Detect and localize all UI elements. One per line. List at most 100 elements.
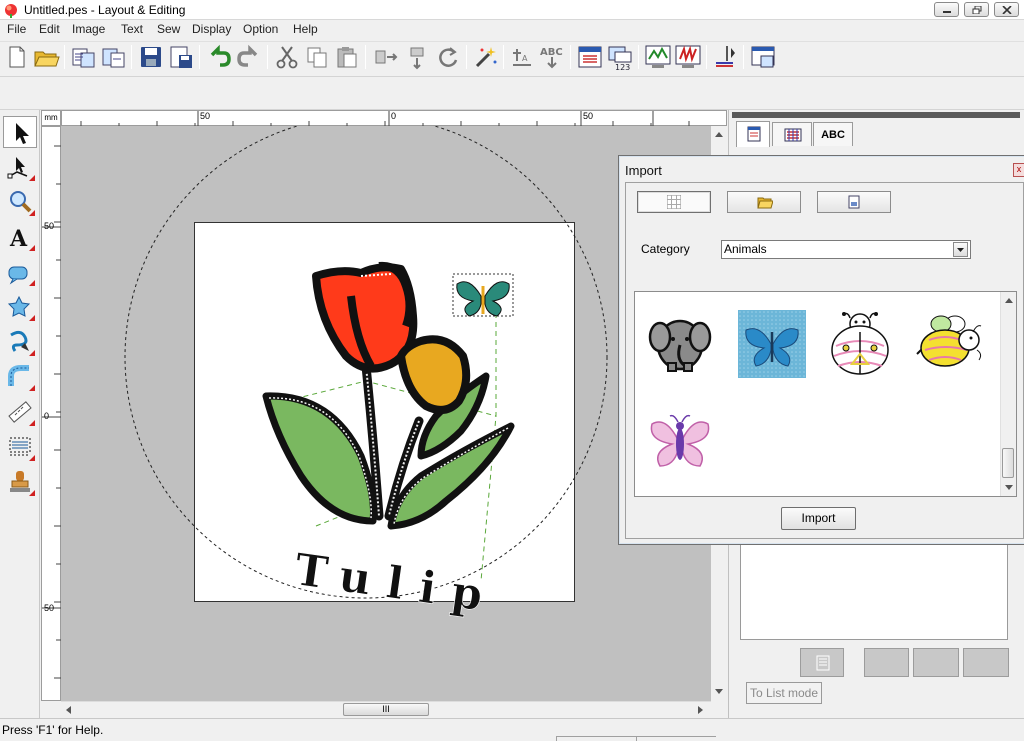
category-label: Category [641, 242, 690, 256]
canvas-horizontal-scrollbar[interactable]: III [61, 701, 711, 718]
panel-button-4[interactable] [963, 648, 1009, 677]
magic-wand-icon[interactable] [471, 43, 499, 71]
horizontal-ruler: 50 0 50 [61, 110, 727, 127]
tulip-design[interactable]: Tulip [61, 126, 711, 701]
blue-butterfly-design-thumbnail[interactable] [738, 310, 806, 378]
status-bar [0, 718, 1024, 741]
copy-icon[interactable] [303, 43, 331, 71]
from-design-library-button[interactable] [637, 191, 711, 213]
grid-icon [666, 194, 682, 212]
menu-edit[interactable]: Edit [39, 22, 60, 36]
menu-sew[interactable]: Sew [157, 22, 180, 36]
design-page-icon[interactable] [576, 43, 604, 71]
design-text: Tulip [291, 544, 501, 623]
ladybug-design-thumbnail[interactable] [826, 310, 894, 378]
close-window-button[interactable] [994, 2, 1019, 17]
import-design-icon[interactable] [69, 43, 97, 71]
export-design-icon[interactable] [99, 43, 127, 71]
import-dialog-title: Import [625, 163, 662, 178]
panel-grip[interactable] [732, 112, 1020, 118]
text-tool-icon[interactable]: A [3, 221, 37, 253]
redo-icon[interactable] [235, 43, 263, 71]
elephant-design-thumbnail[interactable] [646, 309, 714, 377]
ruler-v-label: 50 [44, 221, 55, 231]
new-file-icon[interactable] [2, 43, 30, 71]
from-card-button[interactable] [817, 191, 891, 213]
panel-button-3[interactable] [913, 648, 959, 677]
bee-design-thumbnail[interactable] [915, 310, 983, 378]
save-icon[interactable] [137, 43, 165, 71]
chevron-down-icon[interactable] [953, 242, 968, 257]
cut-icon[interactable] [273, 43, 301, 71]
paste-icon[interactable] [333, 43, 361, 71]
panel-page-button[interactable] [800, 648, 844, 677]
menu-text[interactable]: Text [121, 22, 143, 36]
status-pane [636, 736, 716, 741]
menu-help[interactable]: Help [293, 22, 318, 36]
point-edit-tool-icon[interactable] [3, 151, 37, 183]
stitch-order-icon[interactable]: 123 [606, 43, 634, 72]
open-folder-icon[interactable] [32, 43, 60, 71]
realistic-preview-icon[interactable] [674, 43, 702, 71]
shape-tool-icon[interactable] [3, 256, 37, 288]
ruler-v-label: 0 [44, 411, 50, 421]
horizontal-scroll-thumb[interactable]: III [343, 703, 429, 716]
tab-text-attributes[interactable]: ABC [813, 122, 853, 146]
card-icon [847, 195, 861, 212]
ruler-h-label: 50 [583, 111, 594, 121]
window-title: Untitled.pes - Layout & Editing [24, 3, 186, 17]
folder-icon [757, 195, 774, 212]
stitch-select-tool-icon[interactable] [3, 431, 37, 463]
menu-option[interactable]: Option [243, 22, 278, 36]
import-button[interactable]: Import [781, 507, 856, 530]
status-text: Press 'F1' for Help. [2, 723, 104, 737]
secondary-toolbar [0, 76, 1024, 110]
minimize-button[interactable] [934, 2, 959, 17]
svg-text:123: 123 [615, 63, 630, 71]
category-dropdown[interactable]: Animals [721, 240, 971, 259]
zoom-tool-icon[interactable] [3, 186, 37, 218]
ruler-h-label: 0 [391, 111, 397, 121]
rotate-icon[interactable] [434, 43, 462, 71]
text-arrange-icon[interactable]: A [508, 43, 536, 71]
menu-file[interactable]: File [7, 22, 26, 36]
panel-button-2[interactable] [864, 648, 909, 677]
svg-text:ABC: ABC [540, 47, 563, 58]
menu-image[interactable]: Image [72, 22, 105, 36]
restore-button[interactable] [964, 2, 989, 17]
design-property-icon[interactable] [749, 43, 777, 71]
ruler-v-label: 50 [44, 603, 55, 613]
tab-color[interactable] [772, 122, 812, 146]
thumbnail-scroll-thumb[interactable] [1002, 448, 1014, 478]
mirror-vertical-icon[interactable] [403, 43, 431, 71]
mirror-horizontal-icon[interactable] [371, 43, 399, 71]
ruler-unit: mm [41, 110, 61, 126]
to-list-mode-button[interactable]: To List mode [746, 682, 822, 704]
butterfly-motif [452, 273, 514, 317]
ruler-h-label: 50 [200, 111, 211, 121]
design-canvas[interactable]: Tulip [61, 126, 711, 701]
pink-butterfly-design-thumbnail[interactable] [646, 408, 714, 476]
select-tool-icon[interactable] [3, 116, 37, 148]
manual-punch-tool-icon[interactable] [3, 326, 37, 358]
scroll-corner [711, 701, 727, 718]
status-pane [556, 736, 636, 741]
app-icon [3, 2, 19, 18]
tab-sewing-order[interactable] [736, 121, 770, 147]
svg-text:A: A [522, 54, 528, 63]
from-file-button[interactable] [727, 191, 801, 213]
svg-text:A: A [9, 226, 28, 250]
stamp-shape-tool-icon[interactable] [3, 291, 37, 323]
import-dialog-close-button[interactable]: x [1013, 163, 1024, 177]
menu-display[interactable]: Display [192, 22, 231, 36]
stitch-path-tool-icon[interactable] [3, 361, 37, 393]
undo-icon[interactable] [205, 43, 233, 71]
measure-tool-icon[interactable] [3, 396, 37, 428]
stitch-simulator-icon[interactable] [644, 43, 672, 71]
stamp-tool-icon[interactable] [3, 466, 37, 498]
vertical-ruler: 50 0 50 [41, 126, 62, 701]
save-as-icon[interactable] [167, 43, 195, 71]
write-to-card-icon[interactable] [711, 43, 739, 71]
menu-bar [0, 20, 1024, 40]
text-abc-icon[interactable]: ABC [538, 43, 566, 71]
